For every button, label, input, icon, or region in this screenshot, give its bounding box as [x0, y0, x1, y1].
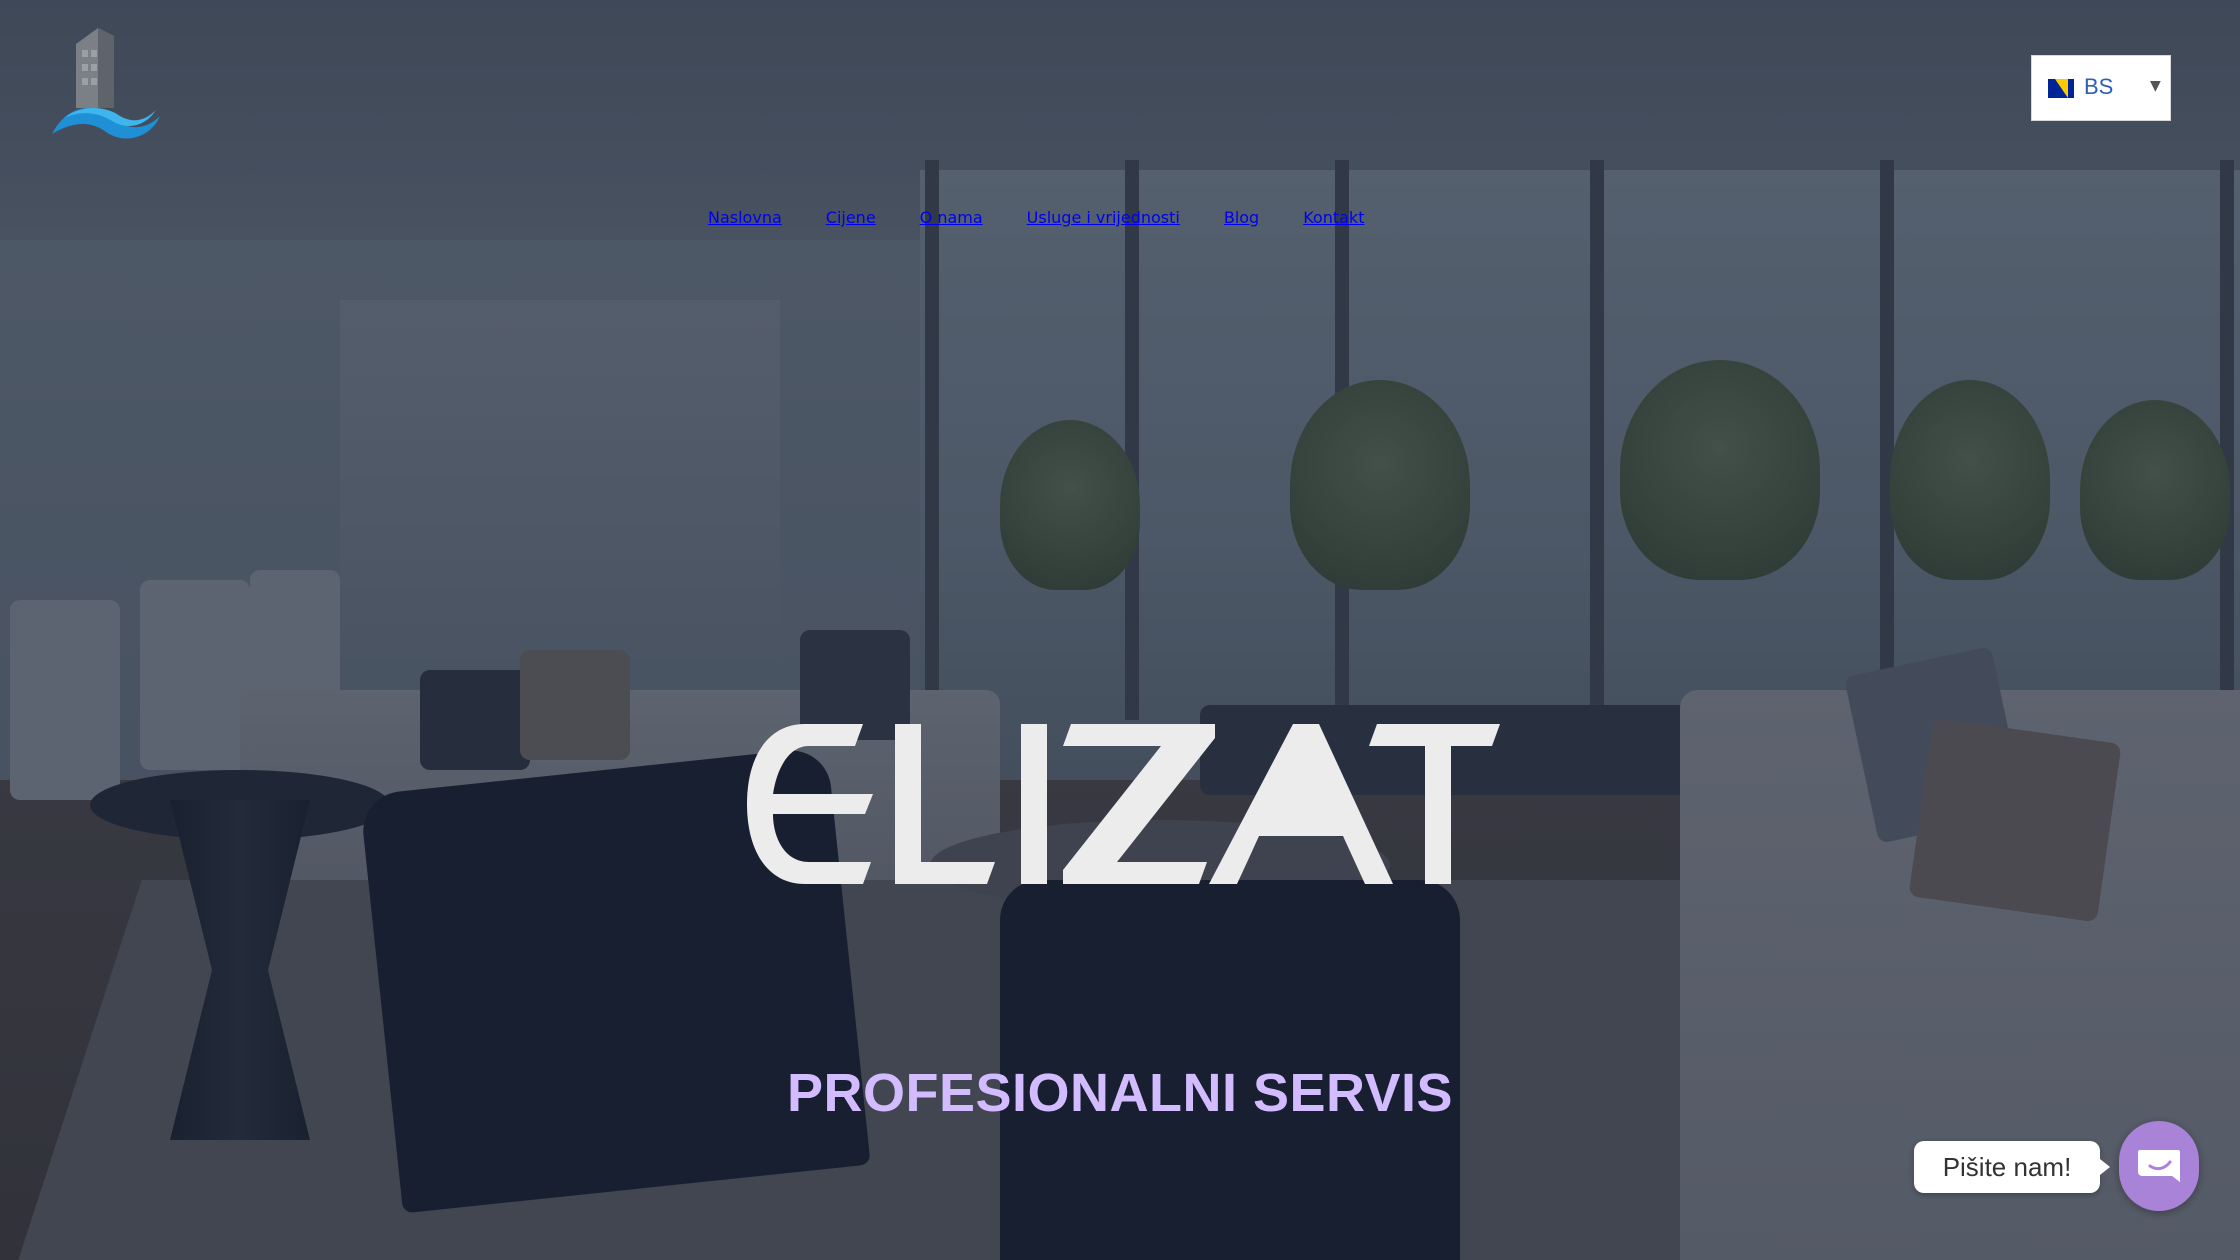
hero-section: BS ▼ Naslovna Cijene O nama Usluge i vri…: [0, 0, 2240, 1260]
bosnia-flag-icon: [2048, 79, 2074, 98]
nav-item-naslovna[interactable]: Naslovna: [708, 208, 782, 227]
nav-item-o-nama[interactable]: O nama: [920, 208, 983, 227]
hero-tagline: PROFESIONALNI SERVIS: [786, 1063, 1454, 1123]
chat-button[interactable]: [2119, 1121, 2199, 1211]
chat-icon: [2138, 1150, 2180, 1182]
main-nav: Naslovna Cijene O nama Usluge i vrijedno…: [708, 208, 1364, 227]
building-wave-logo-icon[interactable]: [48, 24, 164, 150]
language-code: BS: [2084, 74, 2114, 99]
nav-item-blog[interactable]: Blog: [1224, 208, 1259, 227]
nav-item-kontakt[interactable]: Kontakt: [1303, 208, 1364, 227]
nav-item-cijene[interactable]: Cijene: [826, 208, 876, 227]
language-selector[interactable]: BS ▼: [2031, 55, 2171, 121]
chat-prompt-bubble[interactable]: Pišite nam!: [1914, 1141, 2110, 1193]
chevron-down-icon: ▼: [2150, 78, 2161, 94]
nav-item-usluge[interactable]: Usluge i vrijednosti: [1027, 208, 1180, 227]
brand-wordmark: [745, 718, 1500, 888]
